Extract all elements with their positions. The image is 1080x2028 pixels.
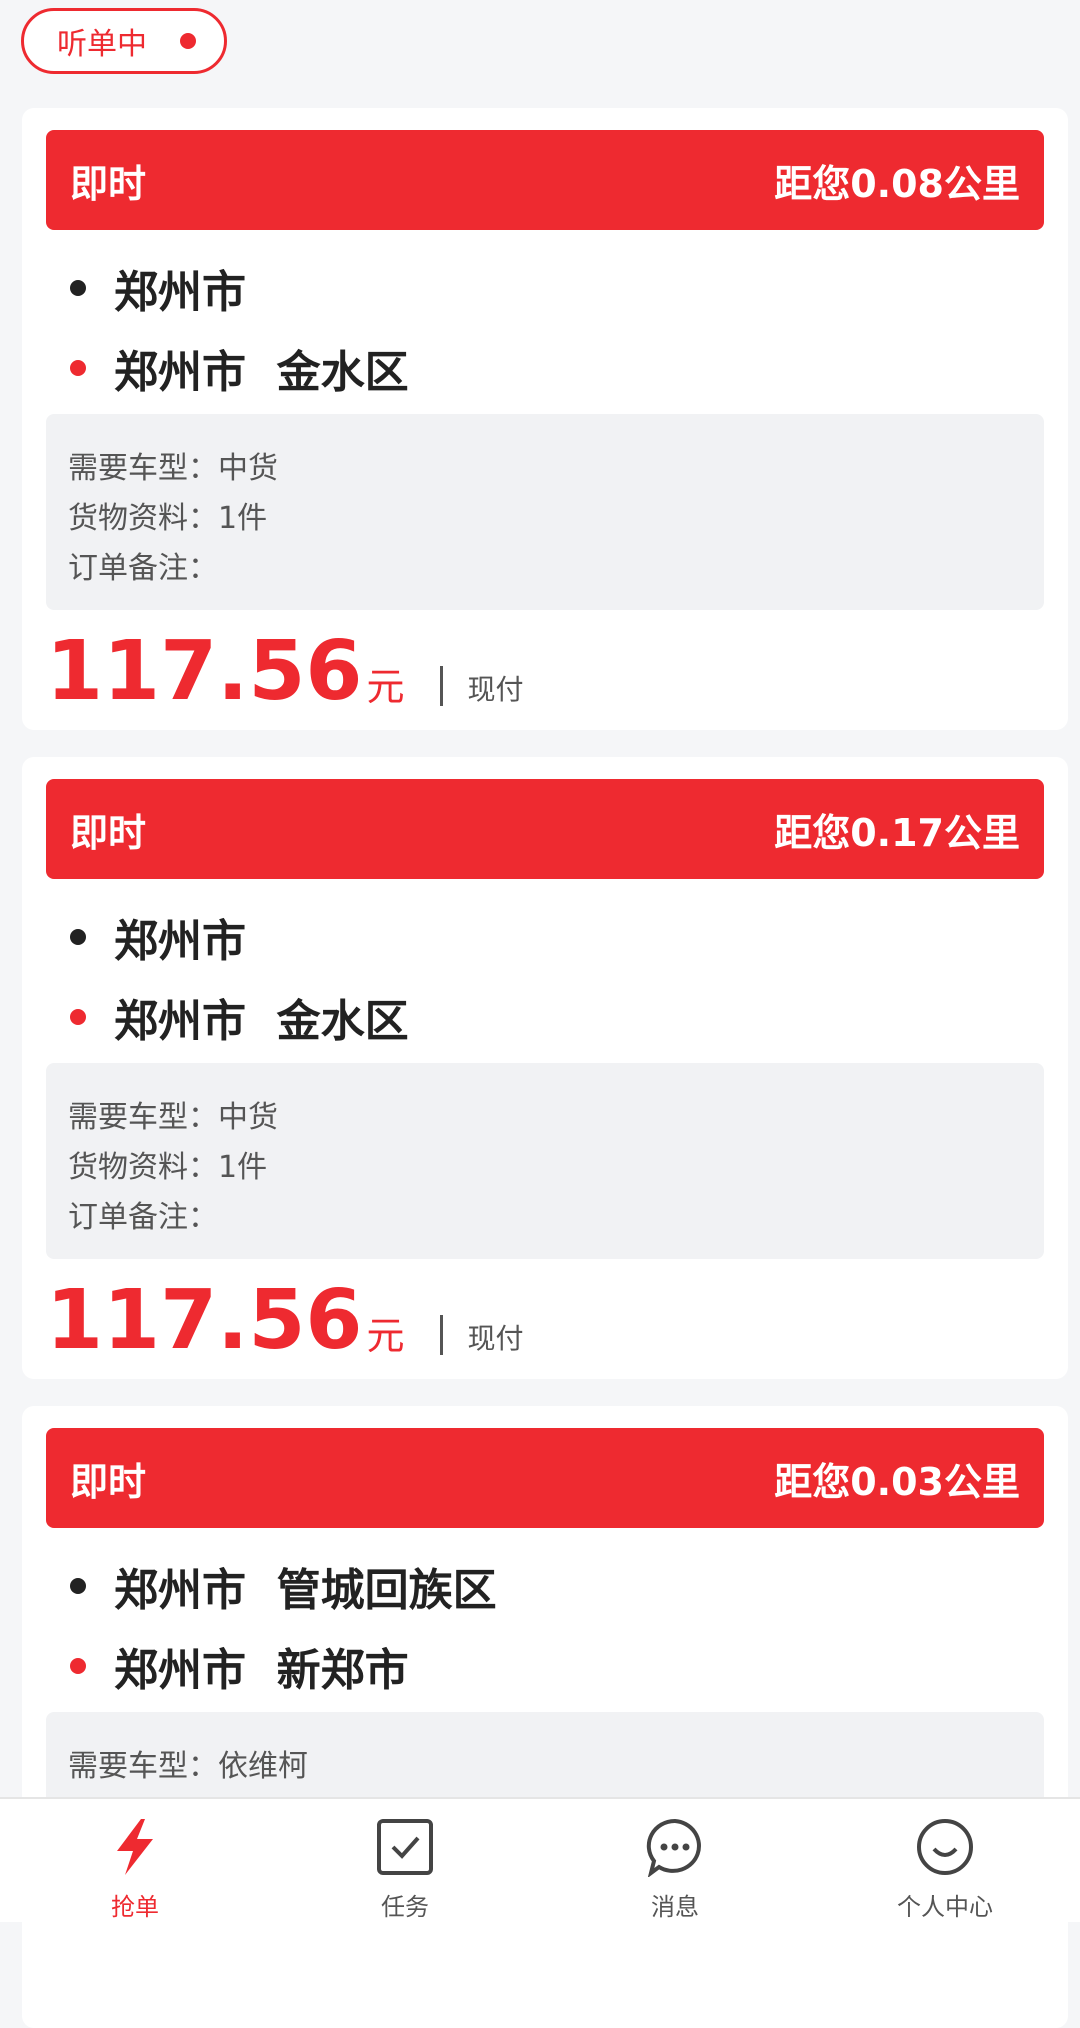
listening-status-toggle[interactable]: 听单中: [21, 8, 227, 74]
pickup-dot: [70, 1578, 86, 1594]
price-row: 117.56 元 现付: [46, 612, 523, 722]
price-unit: 元: [366, 1314, 405, 1358]
dropoff-address-text: 郑州市 金水区: [114, 347, 409, 398]
bottom-tab-bar: 抢单 任务 消息 个人中心: [0, 1797, 1080, 1922]
tab-messages[interactable]: 消息: [540, 1799, 810, 1922]
order-distance: 距您0.03公里: [774, 1459, 1020, 1504]
order-card-header: 即时 距您0.17公里: [46, 779, 1044, 879]
order-distance: 距您0.17公里: [774, 810, 1020, 855]
order-card-header: 即时 距您0.08公里: [46, 130, 1044, 230]
order-type: 即时: [70, 810, 147, 855]
order-remark: 订单备注：: [68, 1200, 218, 1235]
message-bubble-icon: [643, 1815, 707, 1879]
tab-label: 任务: [381, 1893, 429, 1921]
pickup-dot: [70, 929, 86, 945]
tab-label: 抢单: [111, 1893, 159, 1921]
vehicle-type: 需要车型：中货: [68, 451, 278, 486]
pickup-address: 郑州市: [70, 256, 246, 320]
order-card[interactable]: 即时 距您0.08公里 郑州市 郑州市 金水区 需要车型：中货 货物资料：1件 …: [22, 108, 1068, 730]
order-type: 即时: [70, 1459, 147, 1504]
task-check-icon: [373, 1815, 437, 1879]
dropoff-address-text: 郑州市 新郑市: [114, 1645, 409, 1696]
status-label: 听单中: [57, 27, 147, 62]
price-unit: 元: [366, 665, 405, 709]
pickup-address-text: 郑州市: [114, 267, 246, 318]
vehicle-type: 需要车型：依维柯: [68, 1749, 308, 1784]
divider: [440, 1315, 444, 1355]
divider: [440, 666, 444, 706]
order-card-header: 即时 距您0.03公里: [46, 1428, 1044, 1528]
dropoff-dot: [70, 1658, 86, 1674]
smile-profile-icon: [913, 1815, 977, 1879]
status-dot: [180, 33, 196, 49]
order-card[interactable]: 即时 距您0.17公里 郑州市 郑州市 金水区 需要车型：中货 货物资料：1件 …: [22, 757, 1068, 1379]
pickup-dot: [70, 280, 86, 296]
dropoff-dot: [70, 1009, 86, 1025]
order-details: 需要车型：中货 货物资料：1件 订单备注：: [46, 414, 1044, 610]
lightning-icon: [103, 1815, 167, 1879]
cargo-info: 货物资料：1件: [68, 1150, 268, 1185]
tab-profile[interactable]: 个人中心: [810, 1799, 1080, 1922]
payment-method: 现付: [467, 1322, 524, 1355]
pickup-address: 郑州市 管城回族区: [70, 1554, 497, 1618]
tab-label: 消息: [651, 1893, 699, 1921]
pickup-address: 郑州市: [70, 905, 246, 969]
payment-method: 现付: [467, 673, 524, 706]
dropoff-address-text: 郑州市 金水区: [114, 996, 409, 1047]
dropoff-dot: [70, 360, 86, 376]
tab-tasks[interactable]: 任务: [270, 1799, 540, 1922]
dropoff-address: 郑州市 金水区: [70, 336, 409, 400]
order-details: 需要车型：中货 货物资料：1件 订单备注：: [46, 1063, 1044, 1259]
order-distance: 距您0.08公里: [774, 161, 1020, 206]
price-row: 117.56 元 现付: [46, 1261, 523, 1371]
tab-grab-order[interactable]: 抢单: [0, 1799, 270, 1922]
pickup-address-text: 郑州市: [114, 916, 246, 967]
cargo-info: 货物资料：1件: [68, 501, 268, 536]
vehicle-type: 需要车型：中货: [68, 1100, 278, 1135]
tab-label: 个人中心: [897, 1893, 993, 1921]
pickup-address-text: 郑州市 管城回族区: [114, 1565, 497, 1616]
order-card[interactable]: 即时 距您0.03公里 郑州市 管城回族区 郑州市 新郑市 需要车型：依维柯: [22, 1406, 1068, 2028]
dropoff-address: 郑州市 金水区: [70, 985, 409, 1049]
order-price: 117.56: [46, 1273, 363, 1368]
order-remark: 订单备注：: [68, 551, 218, 586]
order-price: 117.56: [46, 624, 363, 719]
order-type: 即时: [70, 161, 147, 206]
dropoff-address: 郑州市 新郑市: [70, 1634, 409, 1698]
